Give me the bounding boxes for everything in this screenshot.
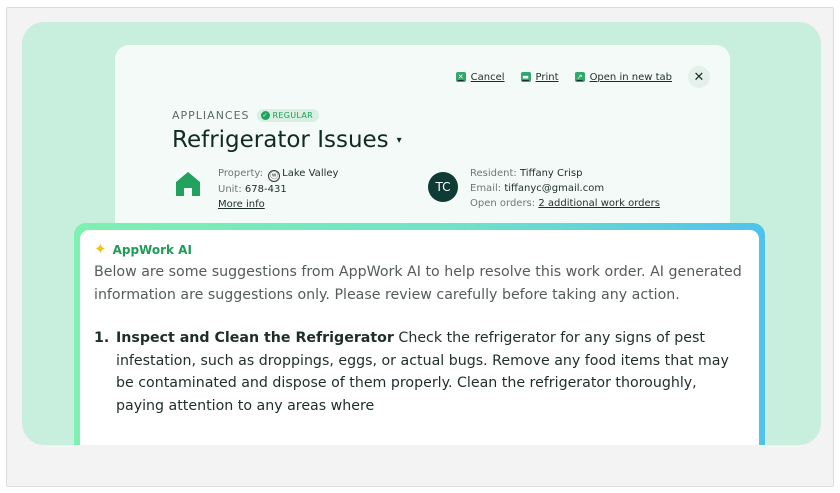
ai-suggestions-panel: ✦ AppWork AI Below are some suggestions … (80, 230, 759, 445)
more-info-link[interactable]: More info (218, 199, 265, 210)
priority-badge: ✓ REGULAR (256, 109, 319, 122)
resident-value: Tiffany Crisp (519, 168, 583, 179)
toolbar: ✕ Cancel ▬ Print ↗ Open in new tab ✕ (455, 66, 710, 88)
list-item-text: Inspect and Clean the Refrigerator Check… (116, 327, 745, 417)
resident-info: Resident: Tiffany Crisp Email: tiffanyc@… (470, 166, 660, 211)
category-label: APPLIANCES (172, 109, 250, 122)
category-row: APPLIANCES ✓ REGULAR (172, 109, 319, 122)
sparkle-icon: ✦ (94, 240, 107, 258)
ai-title: AppWork AI (112, 242, 192, 257)
property-logo-icon: ⓦ (268, 169, 281, 182)
list-item: 1. Inspect and Clean the Refrigerator Ch… (94, 327, 745, 417)
open-new-tab-label: Open in new tab (589, 71, 672, 83)
check-circle-icon: ✓ (260, 111, 270, 120)
ai-intro-text: Below are some suggestions from AppWork … (94, 264, 742, 303)
cancel-label: Cancel (470, 71, 505, 83)
open-orders-label: Open orders: (470, 198, 536, 209)
avatar: TC (428, 172, 458, 202)
cancel-icon: ✕ (455, 72, 466, 82)
print-label: Print (535, 71, 559, 83)
email-label: Email: (470, 183, 502, 194)
title-dropdown-icon[interactable]: ▾ (397, 135, 402, 146)
print-button[interactable]: ▬ Print (520, 71, 559, 83)
property-label: Property: (218, 168, 263, 179)
priority-badge-label: REGULAR (272, 111, 313, 120)
list-item-heading: Inspect and Clean the Refrigerator (116, 330, 394, 346)
open-new-tab-button[interactable]: ↗ Open in new tab (574, 71, 672, 83)
page-title: Refrigerator Issues ▾ (172, 127, 402, 153)
ai-header: ✦ AppWork AI (94, 242, 745, 257)
unit-value: 678-431 (244, 183, 287, 195)
unit-line: Unit: 678-431 (218, 182, 338, 197)
work-order-card: ✕ Cancel ▬ Print ↗ Open in new tab ✕ APP… (115, 45, 730, 245)
open-orders-line: Open orders: 2 additional work orders (470, 196, 660, 211)
close-button[interactable]: ✕ (688, 66, 710, 88)
email-value: tiffanyc@gmail.com (504, 183, 605, 194)
close-icon: ✕ (693, 69, 705, 85)
property-value: Lake Valley (282, 168, 339, 179)
property-info: Property: ⓦ Lake Valley Unit: 678-431 Mor… (218, 166, 338, 212)
printer-icon: ▬ (520, 72, 531, 82)
resident-label: Resident: (470, 168, 517, 179)
property-line: Property: ⓦ Lake Valley (218, 166, 338, 182)
cancel-button[interactable]: ✕ Cancel (455, 71, 505, 83)
external-link-icon: ↗ (574, 72, 585, 82)
unit-label: Unit: (218, 183, 242, 195)
open-orders-link[interactable]: 2 additional work orders (538, 198, 660, 209)
email-line: Email: tiffanyc@gmail.com (470, 181, 660, 196)
list-item-number: 1. (94, 330, 110, 346)
house-icon (176, 172, 200, 196)
resident-line: Resident: Tiffany Crisp (470, 166, 660, 181)
page-title-text: Refrigerator Issues (172, 127, 389, 153)
